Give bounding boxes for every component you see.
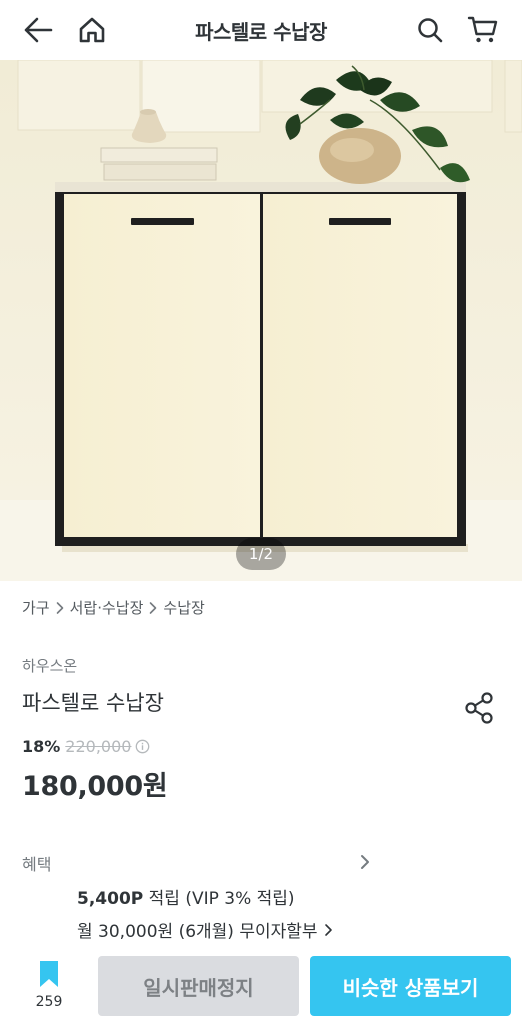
share-button[interactable]	[460, 688, 498, 728]
share-icon	[465, 692, 493, 724]
sale-price: 180,000원	[22, 771, 168, 802]
info-icon[interactable]	[135, 739, 150, 754]
chevron-right-icon	[55, 601, 65, 615]
breadcrumb-item[interactable]: 서랍·수납장	[70, 597, 144, 618]
product-image-gallery[interactable]	[0, 60, 522, 581]
product-name: 파스텔로 수납장	[22, 691, 164, 715]
original-price: 220,000	[65, 737, 132, 756]
discount-row: 18% 220,000	[22, 737, 150, 756]
bookmark-icon	[40, 961, 58, 987]
brand-name[interactable]: 하우스온	[22, 655, 77, 676]
chevron-right-icon	[361, 855, 369, 869]
bookmark-button[interactable]: 259	[24, 960, 74, 1016]
chevron-right-icon	[148, 601, 158, 615]
cart-button[interactable]	[463, 10, 503, 50]
points-info: 5,400P 적립 (VIP 3% 적립)	[77, 884, 295, 909]
points-amount: 5,400P	[77, 889, 144, 909]
product-photo	[0, 60, 522, 581]
chevron-right-icon	[324, 923, 332, 936]
installment-info[interactable]: 월 30,000원 (6개월) 무이자할부	[77, 917, 336, 942]
breadcrumb: 가구 서랍·수납장 수납장	[22, 597, 205, 618]
breadcrumb-item[interactable]: 수납장	[163, 597, 204, 618]
search-button[interactable]	[410, 10, 450, 50]
benefit-label: 혜택	[22, 855, 52, 874]
benefit-expand-button[interactable]	[354, 850, 376, 874]
breadcrumb-item[interactable]: 가구	[22, 597, 50, 618]
similar-products-button[interactable]: 비슷한 상품보기	[310, 956, 511, 1016]
cart-icon	[467, 16, 498, 43]
installment-text: 월 30,000원 (6개월) 무이자할부	[77, 922, 318, 942]
image-page-indicator: 1/2	[236, 538, 286, 570]
discount-rate: 18%	[22, 737, 61, 756]
bookmark-count: 259	[35, 994, 63, 1010]
top-bar: 파스텔로 수납장	[0, 0, 522, 60]
search-icon	[418, 18, 443, 43]
bottom-action-bar: 259 일시판매정지 비슷한 상품보기	[0, 946, 522, 1024]
sold-out-button: 일시판매정지	[98, 956, 299, 1016]
points-description: 적립 (VIP 3% 적립)	[143, 889, 295, 909]
